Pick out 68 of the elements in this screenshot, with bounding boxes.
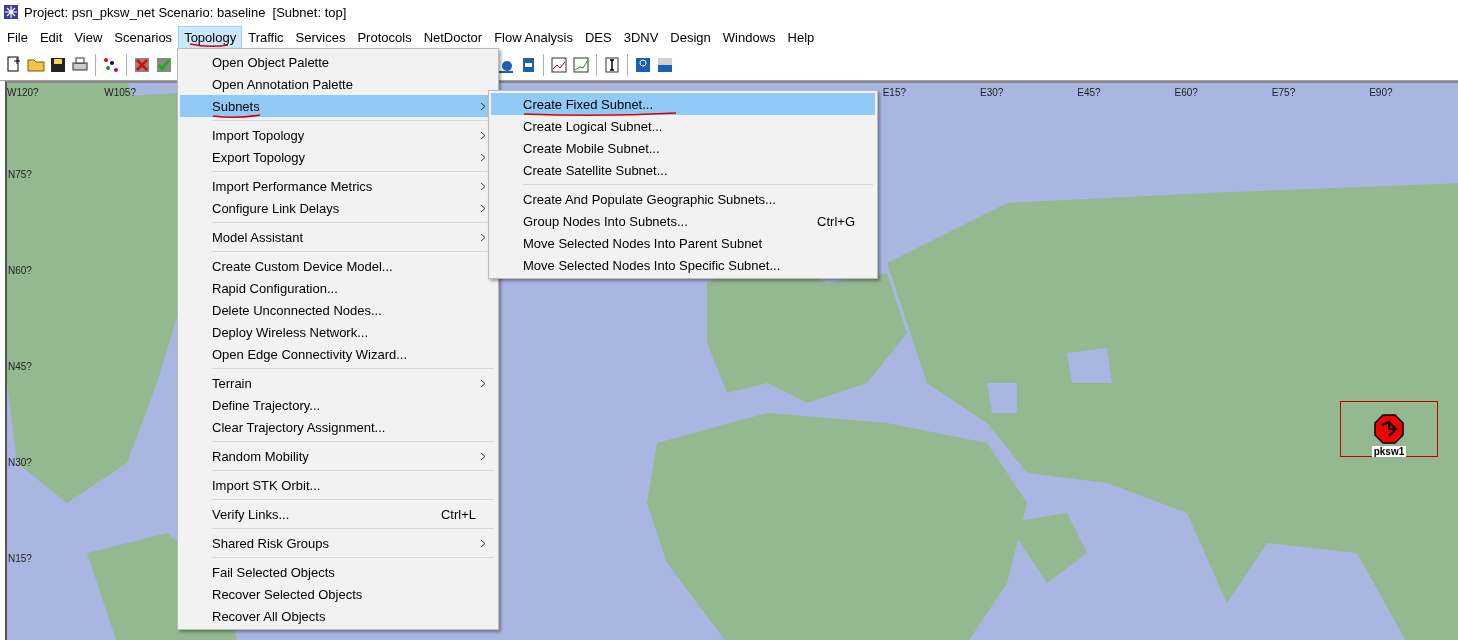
menu-item[interactable]: Open Object Palette <box>180 51 496 73</box>
check-icon[interactable] <box>154 55 174 75</box>
menu-bar-item[interactable]: DES <box>578 25 618 49</box>
menu-item[interactable]: Random Mobility <box>180 445 496 467</box>
latitude-label: N30? <box>8 457 32 468</box>
menu-item[interactable]: Deploy Wireless Network... <box>180 321 496 343</box>
longitude-label: E90? <box>1369 87 1394 98</box>
longitude-label: E15? <box>882 87 908 98</box>
menu-bar-item[interactable]: Help <box>781 25 821 49</box>
window-title: Project: psn_pksw_net Scenario: baseline [Subnet: top] <box>24 4 347 20</box>
menu-bar-item[interactable]: Design <box>664 25 717 49</box>
app-logo-icon <box>4 5 18 19</box>
network-icon[interactable] <box>655 55 675 75</box>
menu-item[interactable]: Open Edge Connectivity Wizard... <box>180 343 496 365</box>
shortcut-text: Ctrl+L <box>440 506 476 522</box>
menu-bar-item[interactable]: File <box>1 25 34 49</box>
longitude-label: E75? <box>1271 87 1297 98</box>
menu-item[interactable]: Create Logical Subnet... <box>491 115 875 137</box>
menu-item[interactable]: Move Selected Nodes Into Parent Subnet <box>491 232 875 254</box>
latitude-label: N60? <box>8 265 32 276</box>
menu-bar-item[interactable]: 3DNV <box>617 25 665 49</box>
menu-bar-item[interactable]: Topology <box>178 25 243 49</box>
delete-icon[interactable] <box>132 55 152 75</box>
latitude-label: N45? <box>8 361 32 372</box>
menu-bar-item[interactable]: Services <box>289 25 352 49</box>
menu-item[interactable]: Create Satellite Subnet... <box>491 159 875 181</box>
menu-bar-item[interactable]: NetDoctor <box>417 25 489 49</box>
menu-bar-item[interactable]: View <box>68 25 109 49</box>
network-icon[interactable] <box>633 55 653 75</box>
menu-bar-item[interactable]: Flow Analysis <box>488 25 579 49</box>
menu-item[interactable]: Move Selected Nodes Into Specific Subnet... <box>491 254 875 276</box>
longitude-label: W105? <box>104 87 137 98</box>
menu-bar-item[interactable]: Scenarios <box>108 25 179 49</box>
dots-icon[interactable] <box>101 55 121 75</box>
longitude-label: E60? <box>1174 87 1199 98</box>
underline-mark <box>212 113 261 119</box>
menu-item[interactable]: Terrain <box>180 372 496 394</box>
menu-item[interactable]: Verify Links... Ctrl+L <box>180 503 496 525</box>
menu-bar-item[interactable]: Protocols <box>351 25 418 49</box>
menu-item[interactable]: Clear Trajectory Assignment... <box>180 416 496 438</box>
menu-item[interactable]: Group Nodes Into Subnets... Ctrl+G <box>491 210 875 232</box>
menu-item[interactable]: Recover All Objects <box>180 605 496 627</box>
network-node[interactable]: pksw1 <box>1340 401 1438 457</box>
longitude-label: E45? <box>1077 87 1102 98</box>
menu-item[interactable]: Define Trajectory... <box>180 394 496 416</box>
menu-item[interactable]: Rapid Configuration... <box>180 277 496 299</box>
longitude-label: W120? <box>7 87 40 98</box>
latitude-label: N15? <box>8 553 32 564</box>
menu-bar-item[interactable]: Traffic <box>242 25 290 49</box>
menu-item[interactable]: Import STK Orbit... <box>180 474 496 496</box>
node-label: pksw1 <box>1371 446 1407 457</box>
menu-item[interactable]: Open Annotation Palette <box>180 73 496 95</box>
shortcut-text: Ctrl+G <box>817 213 855 229</box>
menu-item[interactable]: Delete Unconnected Nodes... <box>180 299 496 321</box>
menu-bar-item[interactable]: Edit <box>33 25 69 49</box>
menu-item[interactable]: Fail Selected Objects <box>180 561 496 583</box>
latitude-label: N75? <box>8 169 32 180</box>
menu-item[interactable]: Create And Populate Geographic Subnets... <box>491 188 875 210</box>
chart-icon[interactable] <box>571 55 591 75</box>
save-icon[interactable] <box>48 55 68 75</box>
menu-item[interactable]: Create Mobile Subnet... <box>491 137 875 159</box>
menu-item[interactable]: Shared Risk Groups <box>180 532 496 554</box>
chart-icon[interactable] <box>549 55 569 75</box>
longitude-label: E30? <box>979 87 1005 98</box>
text-cursor-icon[interactable] <box>602 55 622 75</box>
menu-bar-item[interactable]: Windows <box>716 25 782 49</box>
menu-item[interactable]: Recover Selected Objects <box>180 583 496 605</box>
menu-item[interactable]: Create Fixed Subnet... <box>491 93 875 115</box>
